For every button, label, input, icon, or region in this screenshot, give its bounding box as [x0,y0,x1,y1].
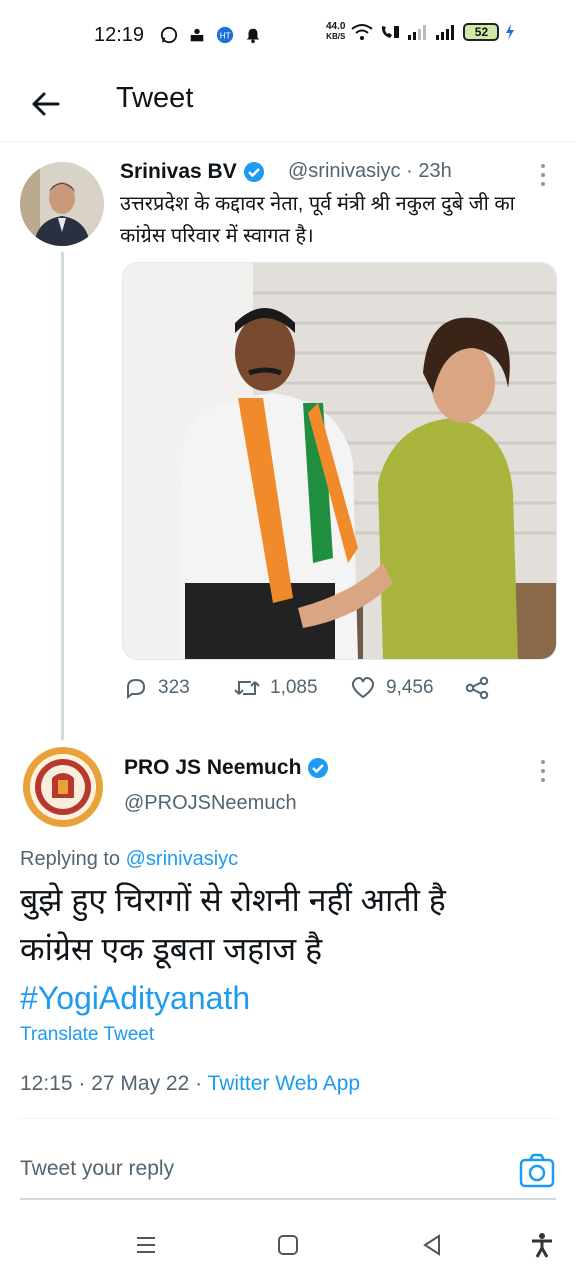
more-options-button[interactable] [538,760,548,786]
tweet-metadata: 12:15 · 27 May 22 · Twitter Web App [20,1072,360,1096]
svg-text:HT: HT [220,31,231,41]
author-handle-text: @srinivasiyc [288,160,401,182]
accessibility-button[interactable] [529,1232,555,1258]
author-name-text: Srinivas BV [120,160,237,183]
thread-connector [61,252,64,740]
share-button[interactable] [464,676,500,700]
tweet-author-handle[interactable]: @srinivasiyc · 23h [288,160,452,183]
retweet-button[interactable]: 1,085 [234,676,318,700]
notification-bell-icon [246,28,260,44]
status-time: 12:19 [94,24,145,46]
more-options-button[interactable] [538,164,548,190]
more-icon-dot [541,173,545,177]
back-button[interactable] [26,84,66,124]
recent-apps-button[interactable] [133,1232,159,1258]
avatar[interactable] [22,746,104,828]
app-notification-icon [190,28,204,42]
reply-tweet-text: बुझे हुए चिरागों से रोशनी नहीं आती है का… [20,876,560,1023]
retweet-icon [234,681,260,695]
share-icon [465,676,489,700]
tweet-photo[interactable] [122,262,557,660]
accessibility-icon [532,1233,552,1258]
status-system-icons: 44.0 KB/S 52 [326,22,515,42]
camera-icon [519,1153,555,1188]
tweet-source-link[interactable]: Twitter Web App [208,1072,361,1095]
charging-icon [506,24,515,40]
more-icon-dot [541,164,545,168]
more-icon-dot [541,760,545,764]
network-speed-unit: KB/S [326,32,346,41]
reply-text-line: कांग्रेस एक डूबता जहाज है [20,931,323,967]
more-icon-dot [541,778,545,782]
tweet-time: · 23h [406,160,452,182]
home-button[interactable] [275,1232,301,1258]
replying-to: Replying to @srinivasiyc [20,848,238,871]
replying-to-handle-link[interactable]: @srinivasiyc [126,848,239,870]
triangle-back-icon [423,1234,440,1256]
reply-count: 323 [158,677,190,698]
tweet-text: उत्तरप्रदेश के कद्दावर नेता, पूर्व मंत्र… [120,193,515,247]
whatsapp-icon [160,26,178,44]
like-button[interactable]: 9,456 [350,676,434,700]
status-notification-icons: HT [160,26,262,44]
reply-button[interactable]: 323 [124,676,190,700]
camera-button[interactable] [518,1152,556,1190]
avatar[interactable] [20,162,104,246]
app-header: Tweet [0,72,576,142]
hashtag-link[interactable]: #YogiAdityanath [20,974,560,1023]
system-back-button[interactable] [419,1232,445,1258]
reply-icon [127,678,146,699]
reply-input-underline [20,1198,556,1200]
ht-app-icon: HT [216,26,234,44]
reply-author-handle[interactable]: @PROJSNeemuch [124,792,297,815]
verified-badge-icon [243,162,264,182]
more-icon-dot [541,182,545,186]
retweet-count: 1,085 [270,677,318,698]
reply-author-name[interactable]: PRO JS Neemuch [124,756,329,780]
signal-icon [408,25,427,40]
battery-indicator: 52 [463,23,500,41]
divider [20,1118,556,1119]
menu-lines-icon [137,1237,155,1253]
reply-text-line: बुझे हुए चिरागों से रोशनी नहीं आती है [20,882,446,918]
page-title: Tweet [116,82,194,114]
reply-input[interactable]: Tweet your reply [20,1157,174,1181]
system-nav-bar [0,1210,576,1280]
network-speed-value: 44.0 [326,21,346,32]
square-icon [278,1235,298,1255]
network-speed: 44.0 KB/S [326,22,345,42]
tweet-author-name[interactable]: Srinivas BV [120,160,265,184]
wifi-icon [351,24,374,40]
more-icon-dot [541,769,545,773]
like-count: 9,456 [386,677,434,698]
heart-icon [351,676,375,699]
translate-tweet-link[interactable]: Translate Tweet [20,1024,154,1046]
reply-author-name-text: PRO JS Neemuch [124,756,302,779]
tweet-timestamp: 12:15 · 27 May 22 · [20,1072,203,1095]
volte-call-icon [382,26,400,38]
arrow-left-icon [32,92,60,116]
signal-icon [436,25,455,40]
replying-prefix: Replying to [20,848,121,870]
tweet-actions: 323 1,085 9,456 [124,676,524,706]
verified-badge-icon [308,758,329,778]
status-bar: 12:19 HT 44.0 KB/S 52 [0,0,576,72]
